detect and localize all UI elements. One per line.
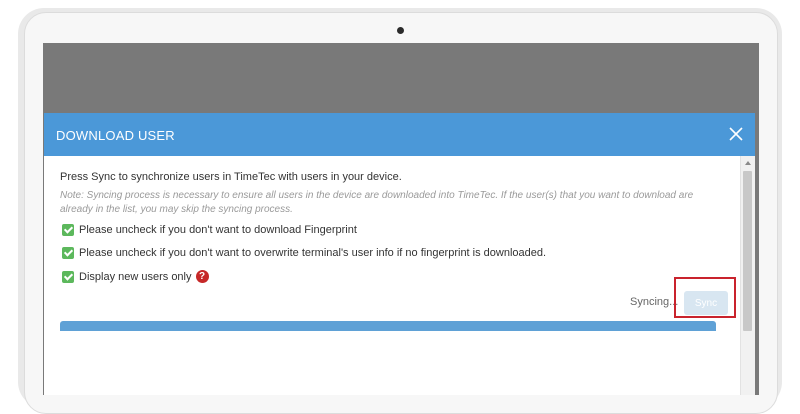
checkbox-checked-icon[interactable] <box>62 270 74 283</box>
close-icon <box>729 127 743 141</box>
scroll-thumb[interactable] <box>743 171 752 331</box>
help-icon[interactable]: ? <box>195 270 209 283</box>
option-label: Please uncheck if you don't want to down… <box>79 224 357 236</box>
checkbox-checked-icon[interactable] <box>62 247 74 259</box>
screen: DOWNLOAD USER Press Sync to synchronize … <box>43 43 759 395</box>
option-display-new-users[interactable]: Display new users only ? <box>62 270 209 283</box>
user-list-header-bar <box>60 321 716 331</box>
download-user-dialog: DOWNLOAD USER Press Sync to synchronize … <box>44 113 755 395</box>
dialog-header: DOWNLOAD USER <box>44 113 755 156</box>
sync-status: Syncing... <box>630 296 679 308</box>
scrollbar[interactable] <box>740 156 755 395</box>
highlight-box <box>674 277 736 318</box>
option-download-fingerprint[interactable]: Please uncheck if you don't want to down… <box>62 224 357 236</box>
dialog-body: Press Sync to synchronize users in TimeT… <box>44 156 741 395</box>
camera-icon <box>397 27 404 34</box>
intro-text: Press Sync to synchronize users in TimeT… <box>60 171 402 183</box>
option-label: Display new users only <box>79 270 192 283</box>
dialog-title: DOWNLOAD USER <box>56 128 175 143</box>
option-label: Please uncheck if you don't want to over… <box>79 247 547 259</box>
sync-note: Note: Syncing process is necessary to en… <box>60 190 694 215</box>
checkbox-checked-icon[interactable] <box>62 224 74 236</box>
close-button[interactable] <box>725 123 747 145</box>
option-overwrite-user-info[interactable]: Please uncheck if you don't want to over… <box>62 247 546 259</box>
scroll-up-icon[interactable] <box>745 161 751 165</box>
